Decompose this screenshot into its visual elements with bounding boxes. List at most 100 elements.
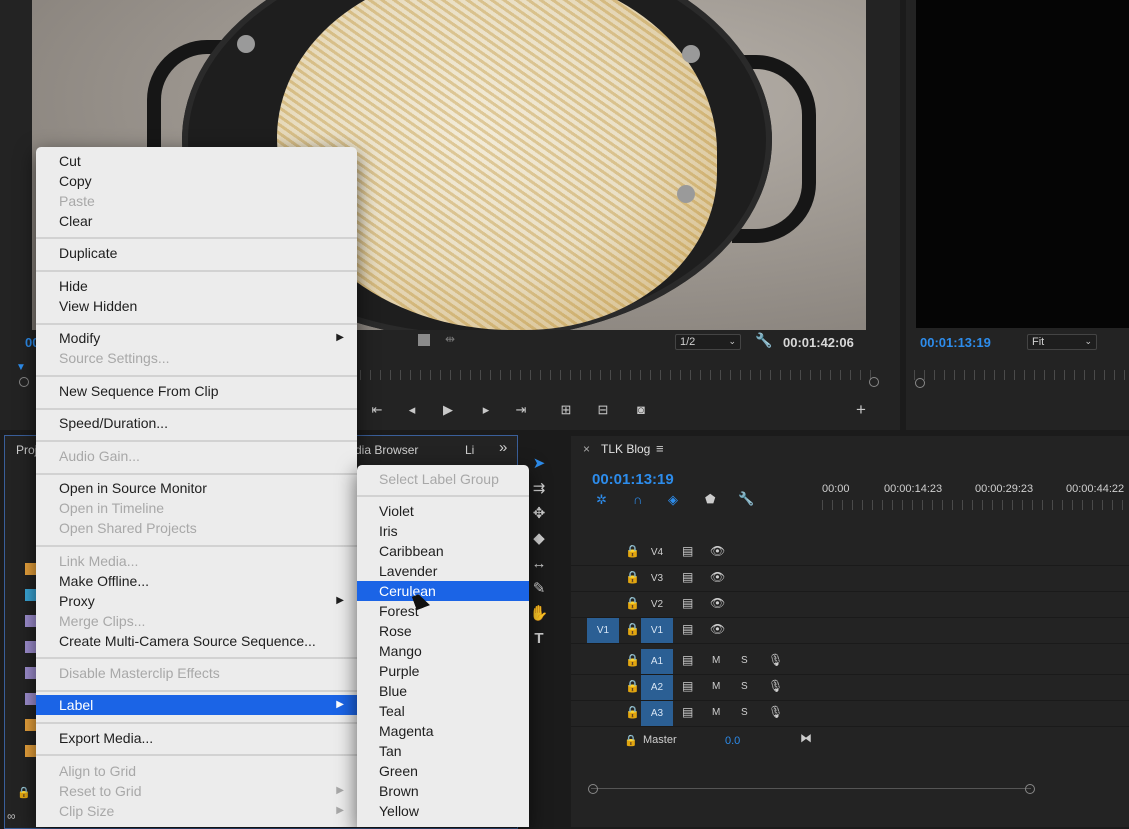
zoom-select[interactable]: 1/2 ⌄ — [675, 334, 741, 350]
fit-select[interactable]: Fit ⌄ — [1027, 334, 1097, 350]
zoom-handle-right[interactable] — [869, 377, 879, 387]
mark-out-icon[interactable]: ⇥ — [512, 402, 530, 418]
close-icon[interactable]: × — [583, 442, 590, 456]
track-name-v1[interactable]: V1 — [641, 618, 673, 643]
track-lock-icon[interactable]: 🔒 — [625, 544, 640, 558]
mute-button[interactable]: M — [712, 655, 720, 666]
label-item-teal[interactable]: Teal — [357, 701, 529, 721]
mute-button[interactable]: M — [712, 681, 720, 692]
sync-lock-icon[interactable]: ▤ — [682, 705, 693, 719]
label-item-yellow[interactable]: Yellow — [357, 801, 529, 821]
solo-button[interactable]: S — [741, 681, 748, 692]
hand-tool-icon[interactable]: ✋ — [527, 603, 551, 625]
creative-cloud-icon[interactable]: ∞ — [7, 809, 16, 823]
menu-item-open-in-timeline[interactable]: Open in Timeline — [36, 498, 357, 518]
overwrite-clip-icon[interactable]: ⊟ — [594, 402, 612, 418]
selection-tool-icon[interactable]: ➤ — [527, 453, 551, 475]
menu-item-audio-gain[interactable]: Audio Gain... — [36, 446, 357, 466]
menu-item-make-offline[interactable]: Make Offline... — [36, 571, 357, 591]
tab-sequence[interactable]: TLK Blog — [601, 442, 650, 456]
label-item-blue[interactable]: Blue — [357, 681, 529, 701]
menu-item-open-in-source-monitor[interactable]: Open in Source Monitor — [36, 478, 357, 498]
go-to-end-icon[interactable]: ⧓ — [800, 731, 812, 745]
linked-selection-icon[interactable]: ◈ — [668, 492, 678, 508]
slip-tool-icon[interactable]: ↔ — [527, 553, 551, 575]
panel-overflow-icon[interactable]: » — [499, 439, 507, 456]
insert-icon[interactable]: ⇹ — [445, 332, 455, 346]
step-back-icon[interactable]: ◂ — [403, 402, 421, 418]
menu-item-duplicate[interactable]: Duplicate — [36, 243, 357, 263]
add-marker-icon[interactable]: ⬟ — [705, 492, 715, 506]
eye-icon[interactable]: 👁 — [710, 596, 725, 610]
menu-item-clear[interactable]: Clear — [36, 211, 357, 231]
pen-tool-icon[interactable]: ✎ — [527, 578, 551, 600]
track-lock-icon[interactable]: 🔒 — [625, 653, 640, 667]
track-lock-icon[interactable]: 🔒 — [625, 622, 640, 636]
label-item-green[interactable]: Green — [357, 761, 529, 781]
menu-item-clip-size[interactable]: Clip Size ▶ — [36, 801, 357, 821]
menu-item-hide[interactable]: Hide — [36, 276, 357, 296]
label-item-lavender[interactable]: Lavender — [357, 561, 529, 581]
menu-item-label[interactable]: Label ▶ — [36, 695, 357, 715]
track-name-v2[interactable]: V2 — [641, 592, 673, 617]
mark-in-icon[interactable]: ⇤ — [368, 402, 386, 418]
playhead-icon[interactable]: ▼ — [16, 362, 26, 373]
play-icon[interactable]: ▶ — [439, 402, 457, 418]
menu-item-paste[interactable]: Paste — [36, 191, 357, 211]
label-item-cerulean[interactable]: Cerulean — [357, 581, 529, 601]
tab-libraries[interactable]: Li — [465, 443, 474, 457]
program-time-ruler[interactable] — [914, 370, 1129, 380]
menu-item-align-to-grid[interactable]: Align to Grid — [36, 761, 357, 781]
program-timecode[interactable]: 00:01:13:19 — [920, 335, 991, 350]
ripple-edit-tool-icon[interactable]: ✥ — [527, 503, 551, 525]
master-volume[interactable]: 0.0 — [725, 735, 740, 747]
eye-icon[interactable]: 👁 — [710, 622, 725, 636]
timeline-settings-icon[interactable]: 🔧 — [738, 491, 754, 507]
razor-tool-icon[interactable]: ◆ — [527, 528, 551, 550]
insert-clip-icon[interactable]: ⊞ — [557, 402, 575, 418]
zoom-handle-left[interactable] — [19, 377, 29, 387]
label-item-caribbean[interactable]: Caribbean — [357, 541, 529, 561]
sync-lock-icon[interactable]: ▤ — [682, 622, 693, 636]
add-button-icon[interactable]: + — [852, 401, 870, 418]
menu-item-copy[interactable]: Copy — [36, 171, 357, 191]
eye-icon[interactable]: 👁 — [710, 570, 725, 584]
menu-item-export-media[interactable]: Export Media... — [36, 728, 357, 748]
marker-icon[interactable] — [418, 334, 430, 346]
camera-icon[interactable]: ◙ — [632, 402, 650, 418]
menu-item-merge-clips[interactable]: Merge Clips... — [36, 611, 357, 631]
scroll-handle-left[interactable] — [588, 784, 598, 794]
microphone-icon[interactable]: 🎙 — [768, 653, 783, 667]
snap-icon[interactable]: ∩ — [633, 492, 642, 507]
label-item-iris[interactable]: Iris — [357, 521, 529, 541]
eye-icon[interactable]: 👁 — [710, 544, 725, 558]
menu-item-modify[interactable]: Modify ▶ — [36, 328, 357, 348]
label-item-purple[interactable]: Purple — [357, 661, 529, 681]
source-patch-v1[interactable]: V1 — [587, 618, 619, 643]
mute-button[interactable]: M — [712, 707, 720, 718]
label-item-forest[interactable]: Forest — [357, 601, 529, 621]
master-lock-icon[interactable]: 🔒 — [624, 734, 638, 747]
sync-lock-icon[interactable]: ▤ — [682, 544, 693, 558]
track-lock-icon[interactable]: 🔒 — [625, 570, 640, 584]
type-tool-icon[interactable]: T — [527, 628, 551, 650]
menu-item-reset-to-grid[interactable]: Reset to Grid ▶ — [36, 781, 357, 801]
track-name-v4[interactable]: V4 — [641, 540, 673, 565]
sync-lock-icon[interactable]: ▤ — [682, 570, 693, 584]
track-select-tool-icon[interactable]: ⇉ — [527, 478, 551, 500]
program-zoom-handle[interactable] — [915, 378, 925, 388]
label-item-rose[interactable]: Rose — [357, 621, 529, 641]
menu-item-speed-duration[interactable]: Speed/Duration... — [36, 413, 357, 433]
track-name-v3[interactable]: V3 — [641, 566, 673, 591]
menu-item-open-shared-projects[interactable]: Open Shared Projects — [36, 518, 357, 538]
menu-item-cut[interactable]: Cut — [36, 151, 357, 171]
track-name-a2[interactable]: A2 — [641, 675, 673, 700]
program-video-frame[interactable] — [916, 0, 1129, 328]
track-lock-icon[interactable]: 🔒 — [625, 679, 640, 693]
menu-item-view-hidden[interactable]: View Hidden — [36, 296, 357, 316]
label-item-violet[interactable]: Violet — [357, 501, 529, 521]
label-item-mango[interactable]: Mango — [357, 641, 529, 661]
menu-item-new-sequence-from-clip[interactable]: New Sequence From Clip — [36, 381, 357, 401]
nest-icon[interactable]: ✲ — [596, 492, 607, 508]
microphone-icon[interactable]: 🎙 — [768, 705, 783, 719]
